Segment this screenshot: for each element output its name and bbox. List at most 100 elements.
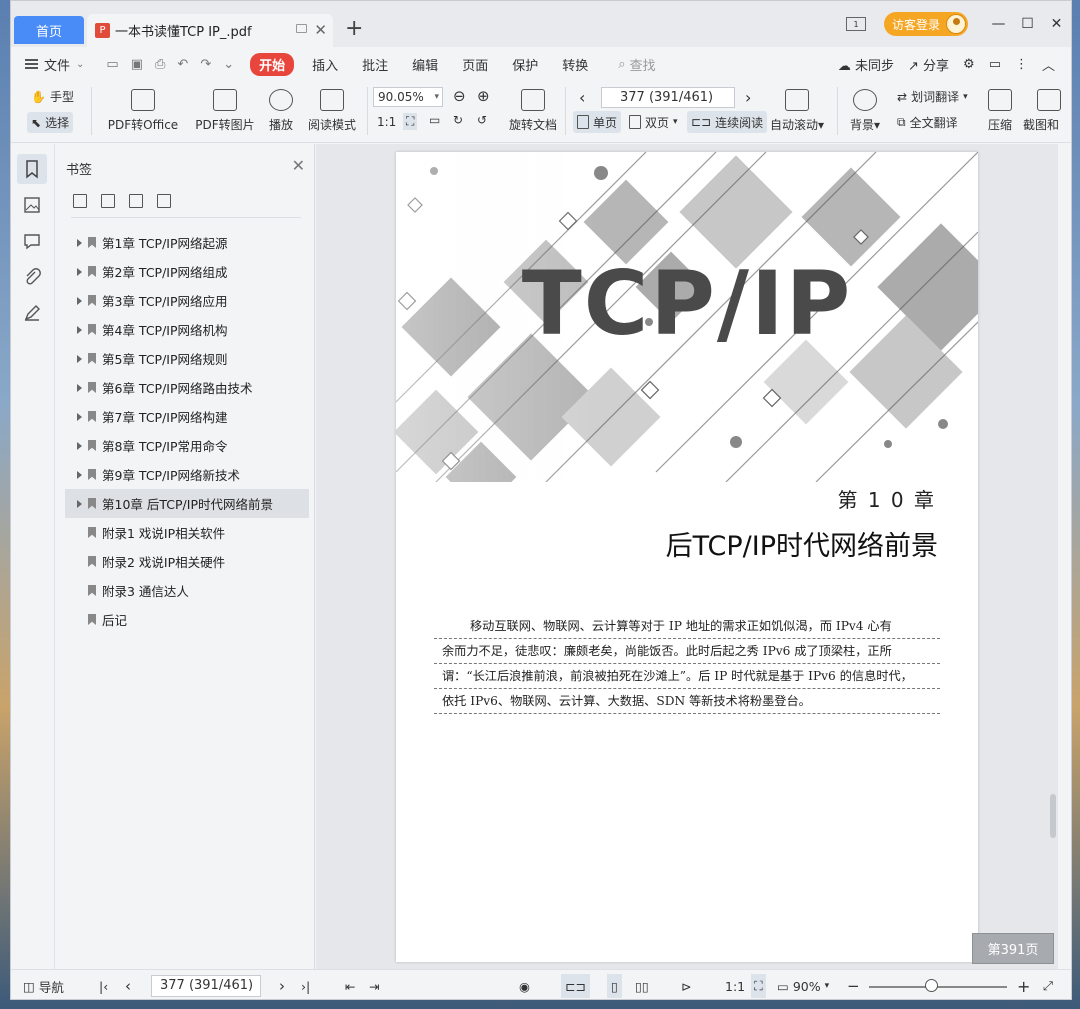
expand-all-icon[interactable] (73, 194, 87, 208)
home-tab[interactable]: 首页 (14, 16, 84, 44)
menu-convert[interactable]: 转换 (550, 55, 600, 74)
bookmark-item-selected[interactable]: 第10章 后TCP/IP时代网络前景 (65, 489, 309, 518)
more-quick-icon[interactable]: ⌄ (223, 57, 234, 72)
sync-status[interactable]: ☁ 未同步 (838, 55, 894, 74)
add-bookmark-icon[interactable] (129, 194, 143, 208)
zoom-slider-handle[interactable] (925, 979, 938, 992)
background-button[interactable]: 背景▾ (847, 81, 883, 143)
screenshot-button[interactable]: 截图和 (1023, 81, 1063, 143)
thumbnail-panel-button[interactable] (23, 196, 41, 214)
open-folder-icon[interactable]: ▭ (106, 57, 118, 72)
share-button[interactable]: ↗ 分享 (908, 55, 949, 74)
next-page-icon[interactable]: › (745, 88, 751, 107)
fit-page-icon[interactable]: ⛶ (403, 113, 418, 130)
word-translate-button[interactable]: ⇄ 划词翻译 ▾ (897, 88, 968, 105)
expand-icon[interactable] (77, 296, 82, 305)
menu-start[interactable]: 开始 (250, 52, 295, 76)
bookmark-panel-button[interactable] (17, 154, 47, 184)
expand-icon[interactable] (77, 470, 82, 479)
minimize-button[interactable]: — (984, 16, 1013, 32)
undo-icon[interactable]: ↶ (177, 57, 188, 72)
document-viewport[interactable]: TCP/IP 第 1 0 章 后TCP/IP时代网络前景 移动互联网、物联网、云… (316, 144, 1058, 969)
single-page-icon[interactable]: ▯ (607, 974, 622, 998)
forward-icon[interactable]: ⇥ (369, 970, 379, 999)
bookmark-item[interactable]: 第1章 TCP/IP网络起源 (65, 228, 309, 257)
search-box[interactable]: ⌕ 查找 (618, 55, 655, 74)
actual-size-icon[interactable]: 1:1 (377, 115, 396, 129)
eye-icon[interactable]: ◉ (519, 970, 530, 999)
expand-icon[interactable] (77, 412, 82, 421)
save-icon[interactable]: ▣ (131, 57, 143, 72)
expand-icon[interactable] (77, 499, 82, 508)
single-page-button[interactable]: 单页 (573, 111, 622, 133)
hand-tool-button[interactable]: ✋ 手型 (31, 88, 74, 105)
vertical-scrollbar[interactable] (1050, 794, 1056, 838)
guest-login-button[interactable]: 访客登录 (883, 12, 968, 36)
fit-page-icon[interactable]: ⛶ (751, 974, 766, 998)
fit-width-icon[interactable]: ▭ (429, 113, 440, 127)
bookmark-item[interactable]: 第2章 TCP/IP网络组成 (65, 257, 309, 286)
print-icon[interactable]: ⎙ (155, 57, 165, 72)
menu-page[interactable]: 页面 (450, 55, 500, 74)
zoom-out-icon[interactable]: ⊖ (453, 87, 466, 105)
window-layout-icon[interactable]: 1 (845, 17, 866, 31)
last-page-icon[interactable]: ›| (301, 970, 310, 999)
close-icon[interactable]: ✕ (292, 156, 305, 175)
zoom-in-button[interactable]: + (1017, 970, 1030, 999)
double-page-button[interactable]: 双页 ▾ (625, 111, 682, 133)
menu-edit[interactable]: 编辑 (400, 55, 450, 74)
close-window-button[interactable]: ✕ (1042, 16, 1071, 32)
continuous-read-button[interactable]: ⊏⊐ 连续阅读 (687, 111, 768, 133)
bookmark-item[interactable]: 后记 (65, 605, 309, 634)
document-tab[interactable]: P 一本书读懂TCP IP_.pdf ✕ (87, 14, 333, 47)
navigation-toggle[interactable]: ◫ 导航 (23, 970, 64, 999)
previous-page-icon[interactable]: ‹ (125, 970, 131, 999)
zoom-in-icon[interactable]: ⊕ (477, 87, 490, 105)
menu-protect[interactable]: 保护 (500, 55, 550, 74)
next-page-icon[interactable]: › (279, 970, 285, 999)
collapse-ribbon-icon[interactable]: ︿ (1042, 55, 1055, 74)
menu-insert[interactable]: 插入 (300, 55, 350, 74)
bookmark-item[interactable]: 附录3 通信达人 (65, 576, 309, 605)
select-tool-button[interactable]: ⬉ 选择 (27, 112, 74, 133)
bookmark-item[interactable]: 第8章 TCP/IP常用命令 (65, 431, 309, 460)
rotate-document-button[interactable]: 旋转文档 (507, 81, 559, 143)
page-number-input[interactable]: 377 (391/461) (601, 87, 735, 108)
bookmark-item[interactable]: 第7章 TCP/IP网络构建 (65, 402, 309, 431)
auto-scroll-button[interactable]: 自动滚动▾ (767, 81, 827, 143)
file-menu[interactable]: 文件 ⌄ (11, 55, 96, 74)
first-page-icon[interactable]: |‹ (99, 970, 108, 999)
previous-page-icon[interactable]: ‹ (579, 88, 585, 107)
expand-icon[interactable] (77, 267, 82, 276)
bookmark-settings-icon[interactable] (157, 194, 171, 208)
fullscreen-icon[interactable]: ⤢ (1043, 970, 1053, 999)
bookmark-item[interactable]: 附录1 戏说IP相关软件 (65, 518, 309, 547)
continuous-view-icon[interactable]: ⊏⊐ (561, 974, 590, 998)
bookmark-item[interactable]: 第3章 TCP/IP网络应用 (65, 286, 309, 315)
back-icon[interactable]: ⇤ (345, 970, 355, 999)
tab-window-icon[interactable] (296, 24, 307, 33)
tab-close-icon[interactable]: ✕ (314, 21, 327, 39)
zoom-slider-track[interactable] (869, 986, 1007, 988)
read-mode-button[interactable]: 阅读模式 (307, 81, 357, 143)
expand-icon[interactable] (77, 383, 82, 392)
menu-annotate[interactable]: 批注 (350, 55, 400, 74)
expand-icon[interactable] (77, 354, 82, 363)
rotate-right-icon[interactable]: ↻ (453, 113, 463, 127)
play-button[interactable]: 播放 (265, 81, 297, 143)
expand-icon[interactable] (77, 441, 82, 450)
expand-icon[interactable] (77, 325, 82, 334)
pdf-to-office-button[interactable]: PDF转Office (103, 81, 183, 143)
zoom-out-button[interactable]: − (847, 970, 860, 999)
pdf-to-image-button[interactable]: PDF转图片 (195, 81, 255, 143)
expand-icon[interactable] (77, 238, 82, 247)
bookmark-item[interactable]: 第9章 TCP/IP网络新技术 (65, 460, 309, 489)
redo-icon[interactable]: ↷ (200, 57, 211, 72)
compress-button[interactable]: 压缩 (985, 81, 1015, 143)
comment-icon[interactable]: ▭ (989, 57, 1001, 72)
zoom-select[interactable]: 90.05% ▾ (373, 87, 443, 107)
settings-icon[interactable]: ⚙ (963, 57, 975, 72)
actual-size-icon[interactable]: 1:1 (725, 970, 745, 999)
maximize-button[interactable]: ☐ (1013, 16, 1042, 32)
zoom-select[interactable]: ▭ 90% ▾ (777, 970, 829, 999)
